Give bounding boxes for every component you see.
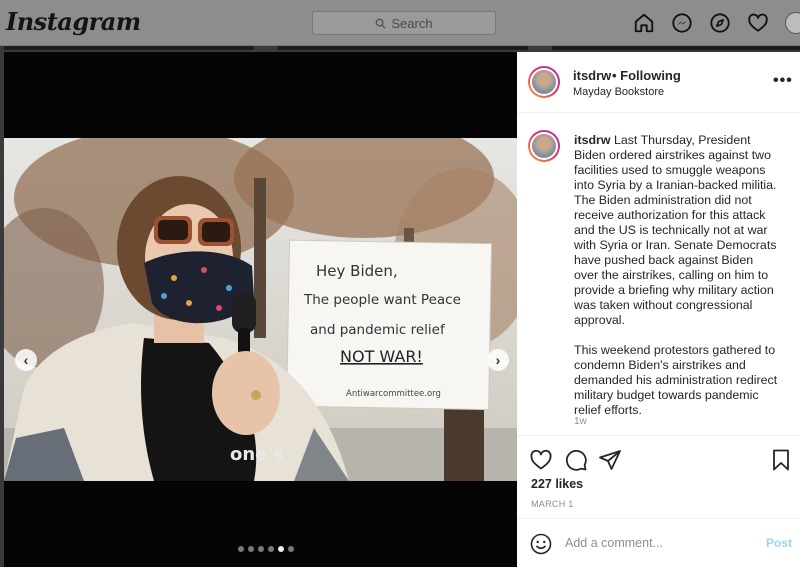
caption-area: itsdrw Last Thursday, President Biden or… xyxy=(517,114,800,434)
carousel-dot xyxy=(268,546,274,552)
sign-line-2: The people want Peace xyxy=(303,292,461,308)
home-icon[interactable] xyxy=(632,11,656,35)
post-photo[interactable]: Hey Biden, The people want Peace and pan… xyxy=(4,138,517,481)
feed-divider xyxy=(552,46,800,50)
instagram-logo[interactable]: Instagram xyxy=(6,7,141,36)
search-placeholder: Search xyxy=(391,15,433,31)
post-date[interactable]: MARCH 1 xyxy=(531,499,574,509)
emoji-icon[interactable] xyxy=(529,532,553,556)
author-username[interactable]: itsdrw xyxy=(573,68,611,83)
messenger-icon[interactable] xyxy=(670,11,694,35)
chevron-left-icon: ‹ xyxy=(23,352,29,368)
sign-line-1: Hey Biden, xyxy=(316,262,398,280)
post-media: Hey Biden, The people want Peace and pan… xyxy=(4,52,517,567)
save-bookmark-icon[interactable] xyxy=(769,448,793,472)
following-status[interactable]: • Following xyxy=(612,68,681,83)
sign-line-3: and pandemic relief xyxy=(310,322,446,338)
svg-text:one's: one's xyxy=(230,444,284,465)
carousel-dot xyxy=(258,546,264,552)
explore-icon[interactable] xyxy=(708,11,732,35)
add-comment-section: Post xyxy=(517,518,800,567)
caption-username[interactable]: itsdrw xyxy=(574,133,611,147)
heart-icon[interactable] xyxy=(746,11,770,35)
search-box[interactable]: Search xyxy=(312,11,496,35)
feed-divider xyxy=(278,46,528,50)
carousel-indicator xyxy=(238,546,294,552)
carousel-dot xyxy=(278,546,284,552)
sign-line-4: NOT WAR! xyxy=(340,347,423,366)
search-icon xyxy=(375,18,386,29)
carousel-dot xyxy=(248,546,254,552)
post-details-panel: itsdrw • Following Mayday Bookstore ••• … xyxy=(517,52,800,567)
post-header: itsdrw • Following Mayday Bookstore ••• xyxy=(517,52,800,113)
sign-line-5: Antiwarcommittee.org xyxy=(346,389,441,399)
post-comment-button[interactable]: Post xyxy=(766,536,792,550)
post-location[interactable]: Mayday Bookstore xyxy=(573,86,664,98)
caption-author-avatar[interactable] xyxy=(528,130,560,162)
more-options-icon[interactable]: ••• xyxy=(773,72,793,90)
author-avatar[interactable] xyxy=(528,66,560,98)
post-age: 1w xyxy=(574,416,587,427)
feed-divider xyxy=(4,46,254,50)
caption-paragraph-1: Last Thursday, President Biden ordered a… xyxy=(574,133,777,327)
comment-icon[interactable] xyxy=(564,448,588,472)
carousel-dot xyxy=(288,546,294,552)
carousel-dot xyxy=(238,546,244,552)
share-icon[interactable] xyxy=(598,448,622,472)
top-navigation-bar: Instagram Search xyxy=(0,0,800,46)
like-heart-icon[interactable] xyxy=(529,448,553,472)
caption-paragraph-2: This weekend protestors gathered to cond… xyxy=(574,343,778,417)
post-caption: itsdrw Last Thursday, President Biden or… xyxy=(574,133,780,433)
profile-avatar[interactable] xyxy=(784,11,800,35)
next-photo-button[interactable]: › xyxy=(487,349,509,371)
previous-photo-button[interactable]: ‹ xyxy=(15,349,37,371)
chevron-right-icon: › xyxy=(495,352,501,368)
comment-input[interactable] xyxy=(565,534,745,552)
like-count[interactable]: 227 likes xyxy=(531,477,583,491)
